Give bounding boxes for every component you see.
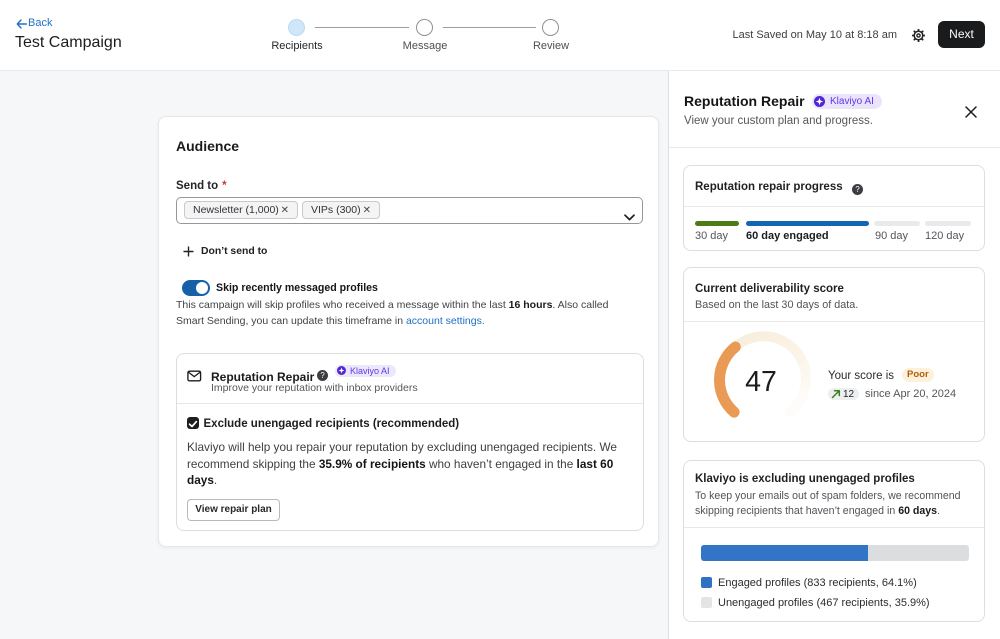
svg-text:?: ? <box>320 371 325 380</box>
svg-text:?: ? <box>855 185 860 194</box>
